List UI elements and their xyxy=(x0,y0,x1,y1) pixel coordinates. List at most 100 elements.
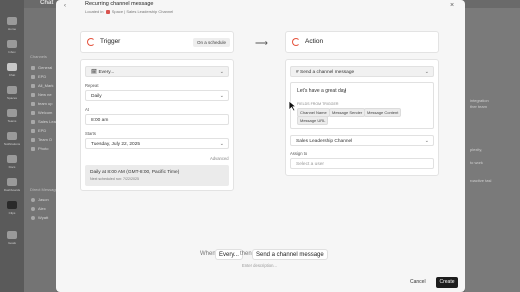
docs-icon[interactable] xyxy=(7,155,17,163)
description-input[interactable]: Enter description... xyxy=(242,263,277,268)
channel-item[interactable]: General xyxy=(38,65,52,70)
spaces-icon[interactable] xyxy=(7,86,17,94)
field-tag-message-content[interactable]: Message Content xyxy=(364,108,402,117)
back-icon[interactable]: ‹ xyxy=(64,3,66,9)
sidebar-item-inbox[interactable]: Inbox xyxy=(3,50,21,54)
sidebar-item-spaces[interactable]: Spaces xyxy=(3,96,21,100)
start-date-select[interactable]: Tuesday, July 22, 2025 ⌄ xyxy=(85,138,229,149)
chevron-down-icon: ⌄ xyxy=(424,69,429,75)
avatar xyxy=(31,216,35,220)
avatar xyxy=(31,198,35,202)
message-text: Let's have a great day xyxy=(297,88,347,94)
goals-icon[interactable] xyxy=(7,231,17,239)
trigger-type-badge[interactable]: On a schedule xyxy=(193,38,231,47)
text-cursor: | xyxy=(345,88,347,94)
notifications-icon[interactable] xyxy=(7,132,17,140)
sidebar-item-clips[interactable]: Clips xyxy=(3,211,21,215)
workspace-title: Chat xyxy=(40,0,54,6)
trigger-title: Trigger xyxy=(100,38,121,45)
modal-title: Recurring channel message xyxy=(85,1,154,7)
repeat-label: Repeat xyxy=(85,83,99,88)
close-icon[interactable]: × xyxy=(450,2,454,9)
assign-user-select[interactable]: Select a user xyxy=(290,158,434,169)
at-label: At xyxy=(85,107,89,112)
channel-item[interactable]: Photo xyxy=(38,146,48,151)
create-button[interactable]: Create xyxy=(436,277,458,288)
hash-icon xyxy=(31,66,35,70)
space-icon xyxy=(105,9,110,14)
inbox-icon[interactable] xyxy=(7,40,17,48)
advanced-link[interactable]: Advanced xyxy=(210,156,229,161)
hash-icon xyxy=(31,111,35,115)
repeat-value: Daily xyxy=(91,93,102,99)
hash-icon xyxy=(31,75,35,79)
action-type-select[interactable]: # Send a channel message ⌄ xyxy=(290,66,434,77)
channel-item[interactable]: team up xyxy=(38,101,52,106)
hash-icon xyxy=(31,120,35,124)
channel-item[interactable]: Welcom xyxy=(38,110,52,115)
sidebar-item-chat[interactable]: Chat xyxy=(3,73,21,77)
next-run-text: Next scheduled run: 7/22/2025 xyxy=(90,177,139,181)
channel-value: Sales Leadership Channel xyxy=(296,138,353,144)
every-select[interactable]: 🗓 Every... ⌄ xyxy=(85,66,229,77)
mouse-pointer-icon xyxy=(288,100,297,112)
channel-item[interactable]: Sales Lead xyxy=(38,119,58,124)
sidebar-item-notifications[interactable]: Notifications xyxy=(3,142,21,146)
modal-location: Located in Space | Sales Leadership Chan… xyxy=(85,9,173,14)
field-tag-message-url[interactable]: Message URL xyxy=(297,116,329,125)
fields-from-trigger-label: FIELDS FROM TRIGGER xyxy=(297,102,339,106)
sidebar-item-teams[interactable]: Teams xyxy=(3,119,21,123)
teams-icon[interactable] xyxy=(7,109,17,117)
hash-icon xyxy=(31,93,35,97)
channel-select[interactable]: Sales Leadership Channel ⌄ xyxy=(290,135,434,146)
sidebar-item-dashboards[interactable]: Dashboards xyxy=(3,188,21,192)
chat-text: roactive tasl xyxy=(470,178,492,183)
channel-item[interactable]: EPD xyxy=(38,128,46,133)
assign-placeholder: Select a user xyxy=(296,161,324,167)
chat-text: ther team xyxy=(470,104,487,109)
dm-item[interactable]: Wyatt xyxy=(38,215,48,220)
channel-item[interactable]: All_Mark xyxy=(38,83,54,88)
home-icon[interactable] xyxy=(7,17,17,25)
repeat-select[interactable]: Daily ⌄ xyxy=(85,90,229,101)
chat-icon[interactable] xyxy=(7,63,17,71)
chevron-down-icon: ⌄ xyxy=(219,69,224,75)
dashboards-icon[interactable] xyxy=(7,178,17,186)
action-title: Action xyxy=(305,38,324,45)
then-label: then xyxy=(240,251,252,257)
automation-logo-icon xyxy=(87,38,95,46)
chat-text: integration xyxy=(470,98,489,103)
chevron-down-icon: ⌄ xyxy=(219,141,224,147)
location-path: Space | Sales Leadership Channel xyxy=(111,9,174,14)
then-chip[interactable]: Send a channel message xyxy=(252,249,328,260)
when-label: When xyxy=(200,251,216,257)
every-label: Every... xyxy=(98,69,115,75)
channel-item[interactable]: Team O xyxy=(38,137,52,142)
action-type-value: Send a channel message xyxy=(300,69,355,75)
when-chip[interactable]: Every... xyxy=(215,249,243,260)
clips-icon[interactable] xyxy=(7,201,17,209)
time-input[interactable]: 8:00 am xyxy=(85,114,229,125)
automation-logo-icon xyxy=(292,38,300,46)
arrow-right-icon: ⟶ xyxy=(255,38,268,48)
sidebar-item-docs[interactable]: Docs xyxy=(3,165,21,169)
location-prefix: Located in xyxy=(85,9,104,14)
starts-label: Starts xyxy=(85,131,96,136)
field-tag-message-sender[interactable]: Message Sender xyxy=(329,108,366,117)
time-value: 8:00 am xyxy=(91,117,109,123)
avatar xyxy=(31,207,35,211)
chevron-down-icon: ⌄ xyxy=(424,138,429,144)
sidebar-item-goals[interactable]: Goals xyxy=(3,241,21,245)
dm-item[interactable]: Alex xyxy=(38,206,46,211)
chevron-down-icon: ⌄ xyxy=(219,93,224,99)
cancel-button[interactable]: Cancel xyxy=(410,279,426,285)
channel-item[interactable]: New ne xyxy=(38,92,52,97)
dm-item[interactable]: Jason xyxy=(38,197,49,202)
start-date-value: Tuesday, July 22, 2025 xyxy=(91,141,141,147)
hash-icon xyxy=(31,147,35,151)
hash-icon xyxy=(31,138,35,142)
hash-icon xyxy=(31,84,35,88)
channel-item[interactable]: EPD xyxy=(38,74,46,79)
chat-text: plexity, xyxy=(470,147,483,152)
sidebar-item-home[interactable]: Home xyxy=(3,27,21,31)
